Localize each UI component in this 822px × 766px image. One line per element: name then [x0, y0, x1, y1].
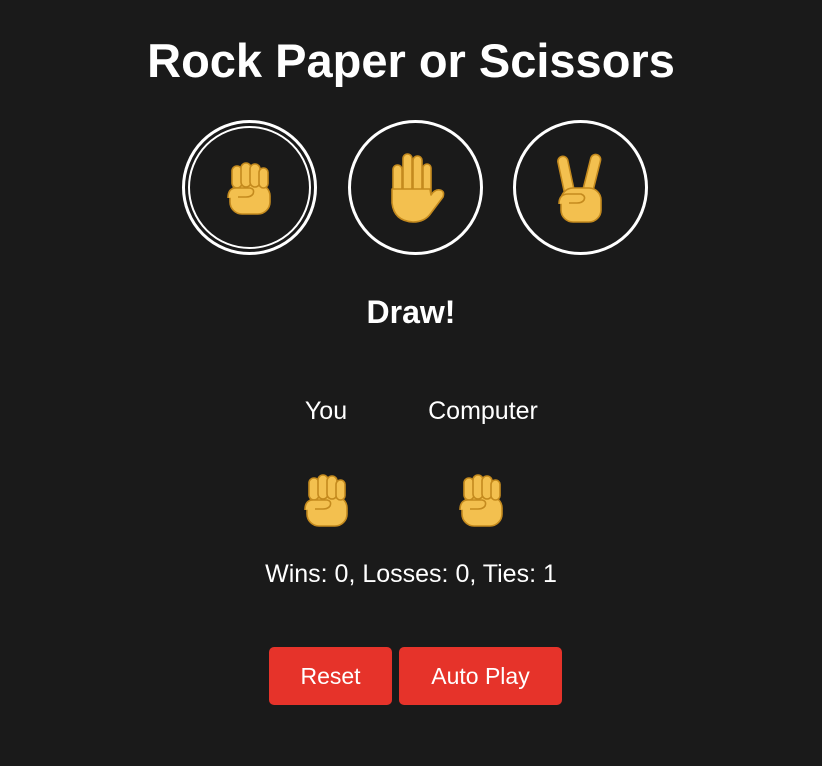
auto-play-button[interactable]: Auto Play	[399, 647, 562, 705]
paper-choice-button[interactable]	[348, 120, 483, 255]
rock-fist-icon	[226, 161, 271, 215]
paper-hand-icon	[390, 152, 444, 223]
you-move	[297, 470, 357, 535]
result-text: Draw!	[366, 294, 456, 330]
page-title: Rock Paper or Scissors	[147, 34, 675, 87]
score-text: Wins: 0, Losses: 0, Ties: 1	[265, 560, 557, 588]
scissors-choice-button[interactable]	[513, 120, 648, 255]
game-page: Rock Paper or Scissors Draw! You Compute…	[0, 0, 822, 766]
rock-fist-icon	[304, 474, 348, 527]
rock-fist-icon	[459, 474, 503, 527]
you-label: You	[304, 397, 348, 425]
rock-choice-button[interactable]	[182, 120, 317, 255]
computer-label: Computer	[428, 397, 538, 425]
scissors-victory-hand-icon	[556, 153, 602, 223]
reset-button[interactable]: Reset	[269, 647, 392, 705]
computer-move	[452, 470, 512, 535]
